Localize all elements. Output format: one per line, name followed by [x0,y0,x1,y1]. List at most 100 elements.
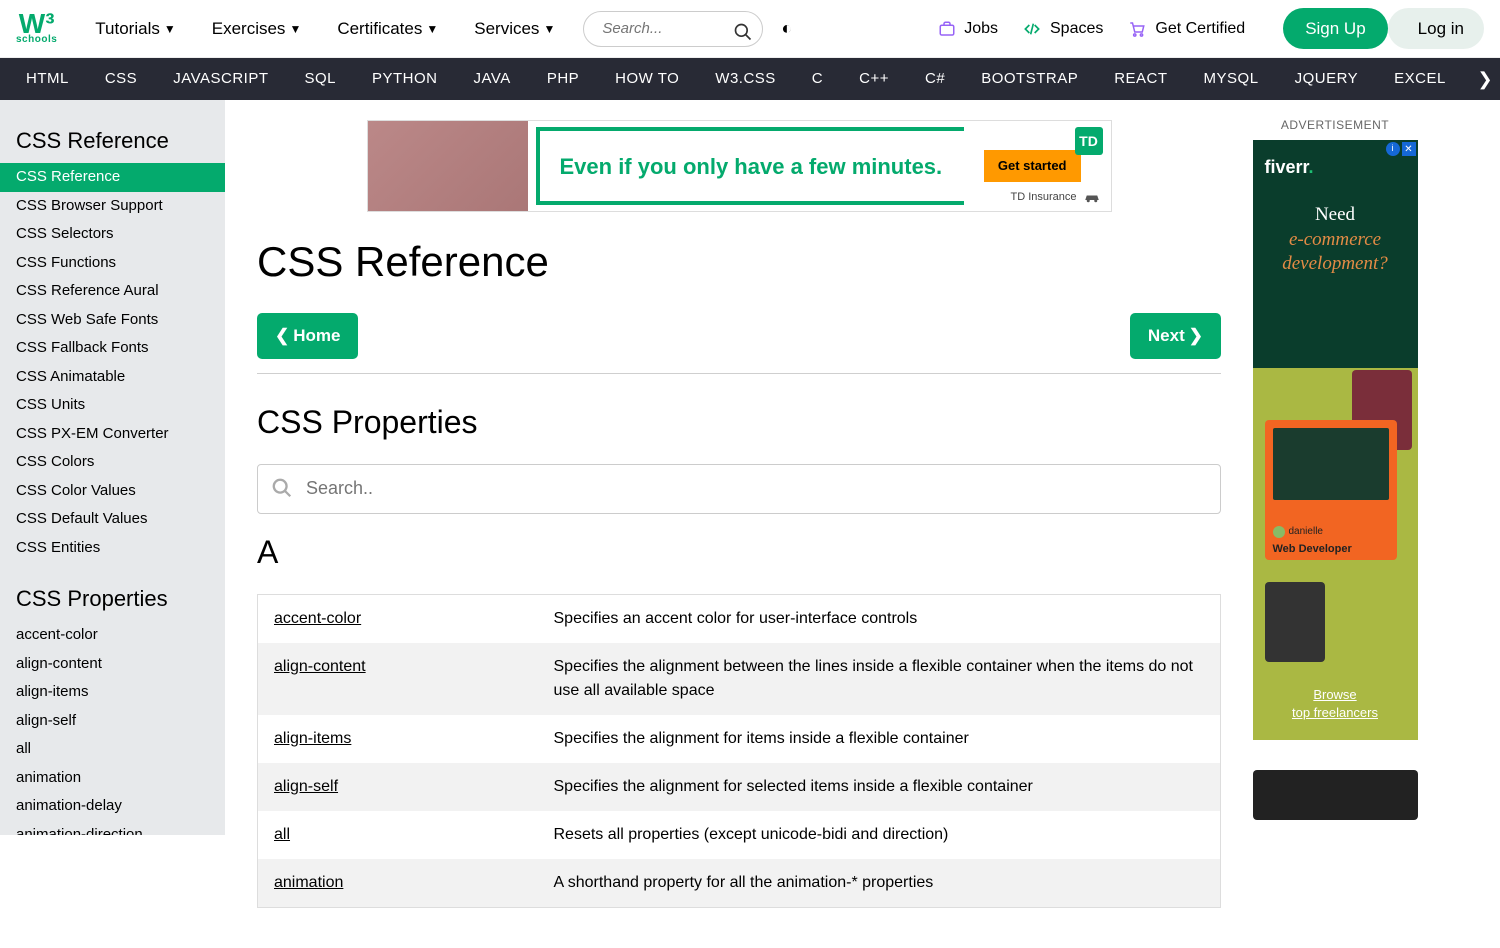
secondnav-how-to[interactable]: HOW TO [597,68,697,91]
sidebar-item-css-px-em-converter[interactable]: CSS PX-EM Converter [0,420,225,449]
spaces-link[interactable]: Spaces [1022,17,1103,41]
property-desc: Specifies the alignment for items inside… [538,715,1221,763]
sidebar-prop-animation-delay[interactable]: animation-delay [0,792,225,821]
secondnav-php[interactable]: PHP [529,68,597,91]
search-wrap [583,11,763,47]
letter-heading: A [257,528,1221,576]
property-link-align-content[interactable]: align-content [274,658,366,675]
ad-cta-button[interactable]: Get started [984,150,1081,182]
secondnav-mysql[interactable]: MYSQL [1186,68,1277,91]
table-row: align-selfSpecifies the alignment for se… [258,763,1221,811]
property-link-accent-color[interactable]: accent-color [274,610,361,627]
property-link-align-items[interactable]: align-items [274,730,351,747]
chevron-left-icon: ❮ [275,323,289,349]
caret-down-icon: ▼ [426,20,438,38]
signup-button[interactable]: Sign Up [1283,8,1387,50]
sidebar-prop-align-items[interactable]: align-items [0,678,225,707]
certified-label: Get Certified [1155,17,1245,41]
code-icon [1022,21,1042,37]
sidebar-item-css-web-safe-fonts[interactable]: CSS Web Safe Fonts [0,306,225,335]
sidebar-item-css-reference-aural[interactable]: CSS Reference Aural [0,277,225,306]
secondnav-w3-css[interactable]: W3.CSS [697,68,794,91]
next-label: Next [1148,323,1185,349]
ad-side-cta[interactable]: Browsetop freelancers [1253,686,1418,722]
sidebar-item-css-color-values[interactable]: CSS Color Values [0,477,225,506]
property-link-align-self[interactable]: align-self [274,778,338,795]
secondnav-bootstrap[interactable]: BOOTSTRAP [963,68,1096,91]
secondnav-html[interactable]: HTML [8,68,87,91]
ad-side-headline: Need e-commerce development? [1265,203,1406,277]
nav-services[interactable]: Services▼ [456,16,573,42]
next-button[interactable]: Next❯ [1130,313,1221,359]
secondnav-sql[interactable]: SQL [286,68,354,91]
secondnav-python[interactable]: PYTHON [354,68,456,91]
logo[interactable]: W³ schools [16,13,57,43]
login-button[interactable]: Log in [1388,8,1484,50]
sidebar-item-css-browser-support[interactable]: CSS Browser Support [0,192,225,221]
nav-exercises[interactable]: Exercises▼ [194,16,320,42]
nav-certificates-label: Certificates [337,16,422,42]
darkmode-toggle-icon[interactable]: ◐ [781,15,792,42]
ad-close-icon[interactable]: ✕ [1402,142,1416,156]
table-row: accent-color Specifies an accent color fo… [258,594,1221,643]
sidebar-item-css-entities[interactable]: CSS Entities [0,534,225,563]
property-link-all[interactable]: all [274,826,290,843]
ad-banner-top[interactable]: Even if you only have a few minutes. Get… [367,120,1112,212]
sidebar-prop-align-self[interactable]: align-self [0,707,225,736]
property-filter-input[interactable] [257,464,1221,514]
nav-certificates[interactable]: Certificates▼ [319,16,456,42]
jobs-link[interactable]: Jobs [938,17,998,41]
property-desc: Specifies an accent color for user-inter… [538,594,1221,643]
ad-sidebar-2[interactable] [1253,770,1418,820]
home-button[interactable]: ❮Home [257,313,358,359]
property-link-animation[interactable]: animation [274,874,343,891]
sidebar-item-css-reference[interactable]: CSS Reference [0,163,225,192]
secondnav-javascript[interactable]: JAVASCRIPT [155,68,286,91]
ad-td-logo: TD [1075,127,1103,155]
sidebar-prop-accent-color[interactable]: accent-color [0,621,225,650]
nav-services-label: Services [474,16,539,42]
cart-icon [1127,20,1147,38]
car-icon [1083,190,1101,204]
sidebar-item-css-selectors[interactable]: CSS Selectors [0,220,225,249]
sidebar-prop-animation-direction[interactable]: animation-direction [0,821,225,836]
ad-phones-image [1265,582,1325,662]
sidebar-prop-all[interactable]: all [0,735,225,764]
caret-down-icon: ▼ [289,20,301,38]
search-icon[interactable] [733,18,753,45]
sidebar-item-css-animatable[interactable]: CSS Animatable [0,363,225,392]
divider [257,373,1221,374]
ad-laptop-image [1273,428,1389,500]
table-row: animationA shorthand property for all th… [258,859,1221,908]
nav-tutorials[interactable]: Tutorials▼ [77,16,193,42]
ad-info-icon[interactable]: i [1386,142,1400,156]
home-label: Home [293,323,340,349]
sidebar-item-css-default-values[interactable]: CSS Default Values [0,505,225,534]
sidebar-prop-align-content[interactable]: align-content [0,650,225,679]
sidebar-item-css-units[interactable]: CSS Units [0,391,225,420]
ad-sidebar[interactable]: i ✕ fiverr. Need e-commerce development?… [1253,140,1418,740]
secondnav-jquery[interactable]: JQUERY [1277,68,1377,91]
sidebar-prop-animation[interactable]: animation [0,764,225,793]
nav-scroll-right-icon[interactable]: ❯ [1470,58,1500,100]
secondnav-c-[interactable]: C++ [841,68,907,91]
secondnav-c[interactable]: C [794,68,841,91]
top-navbar: W³ schools Tutorials▼ Exercises▼ Certifi… [0,0,1500,58]
sidebar-item-css-colors[interactable]: CSS Colors [0,448,225,477]
ad-image [368,121,528,211]
properties-table: accent-color Specifies an accent color fo… [257,594,1221,908]
secondnav-c-[interactable]: C# [907,68,963,91]
sidebar-item-css-functions[interactable]: CSS Functions [0,249,225,278]
secondnav-react[interactable]: REACT [1096,68,1185,91]
second-navbar: HTMLCSSJAVASCRIPTSQLPYTHONJAVAPHPHOW TOW… [0,58,1500,100]
secondnav-excel[interactable]: EXCEL [1376,68,1464,91]
property-desc: Specifies the alignment between the line… [538,643,1221,715]
secondnav-java[interactable]: JAVA [456,68,529,91]
certified-link[interactable]: Get Certified [1127,17,1245,41]
page-title: CSS Reference [257,230,1221,293]
nav-exercises-label: Exercises [212,16,286,42]
sidebar: CSS Reference CSS ReferenceCSS Browser S… [0,100,225,835]
secondnav-css[interactable]: CSS [87,68,155,91]
logo-top: W³ [19,13,55,35]
sidebar-item-css-fallback-fonts[interactable]: CSS Fallback Fonts [0,334,225,363]
